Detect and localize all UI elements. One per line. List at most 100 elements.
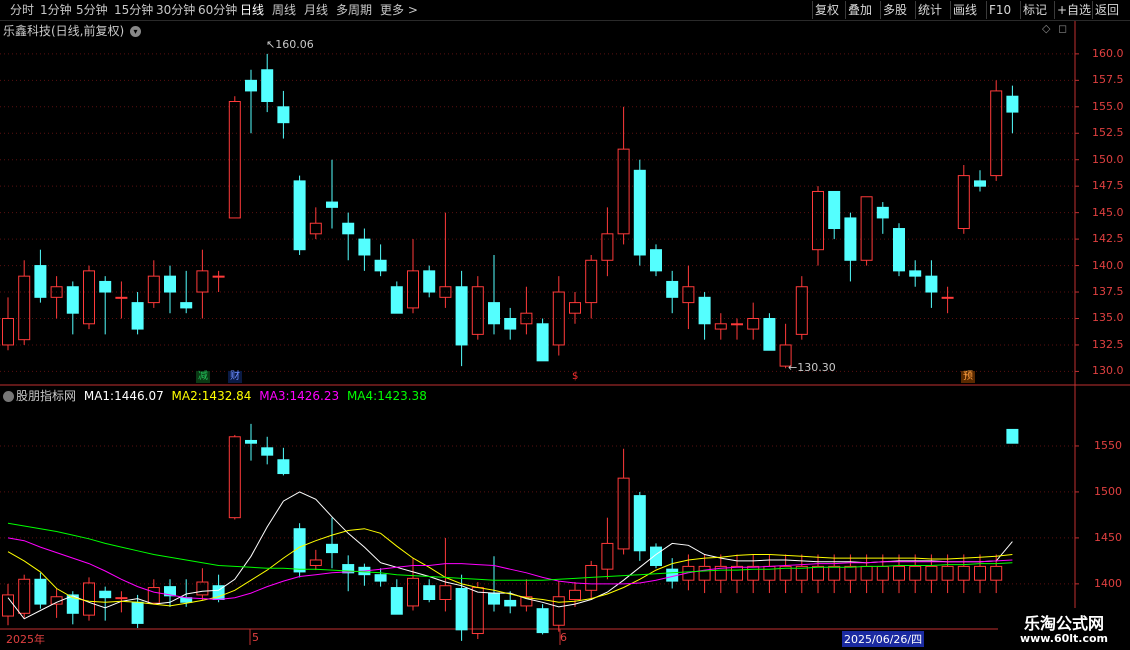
sub-candle-down[interactable] [261, 447, 274, 456]
main-candle-down[interactable] [536, 323, 549, 362]
sub-candle-up[interactable] [941, 565, 954, 581]
main-candle-down[interactable] [876, 206, 889, 219]
main-candle-up[interactable] [471, 286, 484, 335]
sub-candle-up[interactable] [601, 542, 614, 570]
main-candle-up[interactable] [682, 286, 695, 304]
main-candle-down[interactable] [374, 259, 387, 272]
sub-candle-down[interactable] [245, 439, 257, 444]
main-candle-up[interactable] [439, 286, 452, 298]
main-candle-down[interactable] [326, 201, 338, 208]
sub-candle-up[interactable] [860, 565, 873, 581]
sub-candle-down[interactable] [455, 587, 468, 631]
marker-jian[interactable]: 减 [196, 371, 210, 383]
sub-candle-down[interactable] [423, 585, 436, 600]
sub-candle-up[interactable] [698, 565, 711, 581]
marker-yu[interactable]: 预 [961, 371, 975, 383]
sub-candle-up[interactable] [228, 436, 241, 519]
main-candle-down[interactable] [763, 317, 776, 351]
main-candle-up[interactable] [115, 296, 128, 299]
sub-candle-up[interactable] [876, 565, 889, 581]
sub-candle-down[interactable] [374, 574, 387, 582]
main-candle-down[interactable] [633, 169, 646, 256]
main-candle-down[interactable] [423, 270, 436, 293]
sub-candle-up[interactable] [439, 585, 452, 600]
sub-candle-up[interactable] [147, 587, 160, 604]
sub-candle-down[interactable] [390, 587, 403, 615]
sub-candle-down[interactable] [536, 608, 549, 634]
main-candle-up[interactable] [941, 296, 954, 299]
sub-candle-up[interactable] [309, 559, 322, 566]
main-candle-up[interactable] [617, 148, 630, 235]
sub-candle-up[interactable] [407, 577, 419, 607]
sub-candle-up[interactable] [893, 565, 905, 581]
main-candle-up[interactable] [860, 196, 873, 261]
sub-candle-up[interactable] [844, 565, 857, 581]
sub-candle-up[interactable] [812, 565, 824, 581]
main-candle-up[interactable] [212, 275, 225, 278]
main-candle-up[interactable] [747, 317, 760, 330]
main-candle-up[interactable] [228, 101, 241, 219]
main-candle-up[interactable] [714, 323, 727, 330]
sub-candle-down[interactable] [633, 495, 646, 552]
main-candle-up[interactable] [18, 275, 31, 341]
main-candle-down[interactable] [698, 296, 711, 325]
sub-candle-up[interactable] [974, 565, 986, 581]
main-candle-down[interactable] [358, 238, 371, 256]
main-candle-up[interactable] [569, 302, 581, 314]
sub-candle-down[interactable] [504, 599, 517, 607]
main-candle-down[interactable] [245, 79, 257, 92]
main-candle-down[interactable] [488, 302, 500, 325]
main-candle-down[interactable] [277, 106, 290, 124]
main-candle-down[interactable] [844, 217, 857, 261]
sub-candle-up[interactable] [731, 565, 743, 581]
sub-candle-down[interactable] [277, 459, 290, 475]
sub-candle-down[interactable] [131, 601, 144, 624]
main-candle-down[interactable] [342, 222, 355, 235]
sub-candle-up[interactable] [990, 565, 1003, 581]
main-candle-down[interactable] [180, 302, 193, 309]
sub-candle-down[interactable] [34, 578, 47, 605]
sub-candle-up[interactable] [18, 578, 31, 614]
kline-chart[interactable] [0, 0, 1130, 650]
sub-candle-up[interactable] [925, 565, 938, 581]
main-candle-up[interactable] [83, 270, 95, 325]
main-candle-up[interactable] [731, 323, 743, 326]
main-candle-down[interactable] [99, 280, 112, 293]
main-candle-down[interactable] [164, 275, 176, 293]
main-candle-down[interactable] [455, 286, 468, 346]
marker-cai[interactable]: 财 [228, 371, 242, 383]
main-candle-down[interactable] [1006, 95, 1019, 113]
sub-candle-up[interactable] [83, 582, 95, 616]
main-candle-up[interactable] [795, 286, 808, 335]
main-candle-down[interactable] [504, 317, 517, 330]
sub-candle-up[interactable] [957, 565, 970, 581]
main-candle-up[interactable] [147, 275, 160, 304]
main-candle-down[interactable] [974, 180, 986, 187]
sub-candle-up[interactable] [569, 589, 581, 601]
main-candle-up[interactable] [196, 270, 209, 293]
main-candle-down[interactable] [293, 180, 306, 251]
sub-candle-down[interactable] [488, 592, 500, 605]
sub-candle-down[interactable] [650, 546, 662, 566]
main-candle-down[interactable] [390, 286, 403, 314]
sub-candle-up[interactable] [828, 565, 841, 581]
main-candle-down[interactable] [261, 69, 274, 103]
main-candle-down[interactable] [828, 190, 841, 230]
main-candle-down[interactable] [909, 270, 922, 277]
sub-candle-up[interactable] [196, 581, 209, 596]
sub-candle-up[interactable] [552, 596, 565, 626]
main-candle-up[interactable] [2, 317, 14, 346]
main-candle-up[interactable] [407, 270, 419, 309]
main-candle-up[interactable] [601, 233, 614, 261]
main-candle-up[interactable] [957, 175, 970, 230]
main-candle-up[interactable] [585, 259, 598, 304]
sub-candle-up[interactable] [747, 565, 760, 581]
sub-candle-up[interactable] [471, 587, 484, 635]
main-candle-up[interactable] [812, 190, 824, 251]
main-candle-down[interactable] [925, 275, 938, 293]
main-candle-down[interactable] [66, 286, 79, 314]
main-candle-up[interactable] [520, 312, 533, 325]
marker-dollar[interactable]: $ [570, 371, 580, 383]
sub-candle-down[interactable] [1006, 428, 1019, 444]
main-candle-down[interactable] [650, 249, 662, 272]
